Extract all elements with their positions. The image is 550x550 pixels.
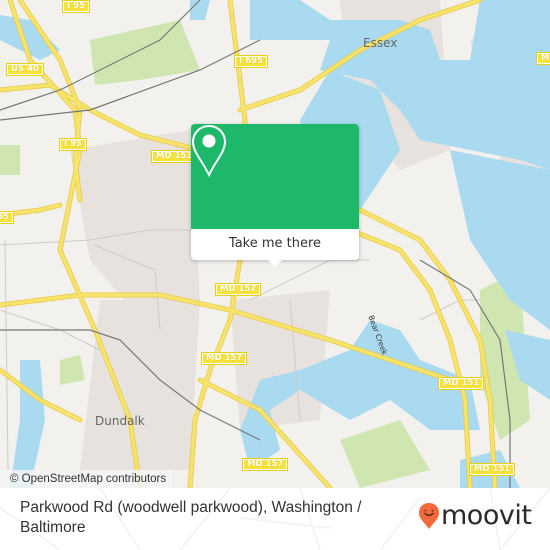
location-pin-icon: [191, 124, 227, 178]
location-title: Parkwood Rd (woodwell parkwood), Washing…: [20, 499, 362, 536]
place-label-essex: Essex: [363, 36, 398, 50]
moovit-pin-icon: [419, 503, 439, 529]
urban-area: [80, 300, 200, 470]
route-shield: I 695: [234, 55, 268, 68]
attribution-text: © OpenStreetMap contributors: [10, 473, 167, 485]
moovit-logo[interactable]: moovit: [418, 500, 532, 532]
route-shield: MD 151: [469, 463, 516, 476]
place-label-dundalk: Dundalk: [95, 414, 145, 428]
route-shield: MD 157: [242, 458, 289, 471]
location-popup: Take me there: [191, 124, 359, 267]
park: [340, 420, 430, 488]
take-me-there-button[interactable]: Take me there: [191, 229, 359, 260]
map-view[interactable]: I 95 US 40 I 695 I 95 MD 151 I 95 MD 157…: [0, 0, 550, 488]
park: [60, 355, 85, 385]
water-body: [190, 0, 210, 20]
park: [90, 20, 200, 85]
route-shield: MD 157: [201, 352, 248, 365]
route-shield: MD 157: [215, 283, 262, 296]
footer: Parkwood Rd (woodwell parkwood), Washing…: [0, 488, 550, 550]
minor-road: [4, 239, 9, 471]
route-shield: US 40: [6, 63, 44, 76]
popup-pointer: [268, 260, 282, 267]
route-shield: MD 150: [536, 52, 550, 65]
moovit-wordmark: moovit: [441, 500, 532, 531]
popup-header: [191, 124, 359, 229]
park: [0, 145, 20, 175]
route-shield: I 95: [62, 0, 90, 13]
route-shield: I 95: [59, 138, 87, 151]
route-shield: MD 151: [438, 377, 485, 390]
map-attribution[interactable]: © OpenStreetMap contributors: [0, 470, 173, 488]
route-shield: I 95: [0, 211, 14, 224]
